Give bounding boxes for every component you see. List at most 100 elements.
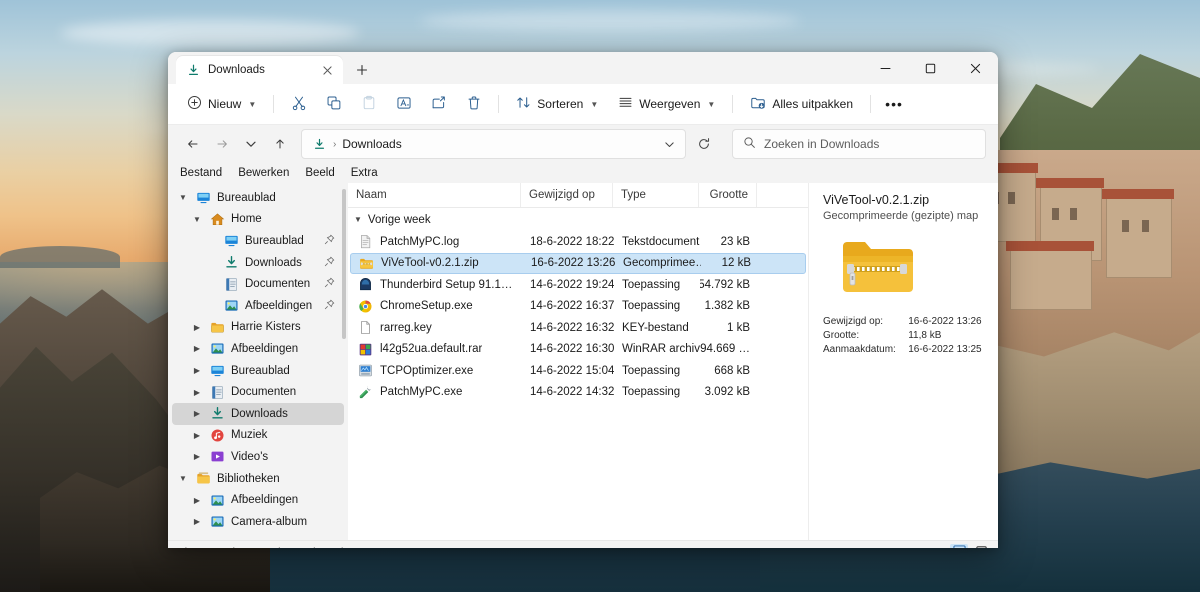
menu-item-bestand[interactable]: Bestand [180,167,222,179]
pin-icon[interactable] [324,256,336,270]
tab-close-icon[interactable] [319,62,336,79]
chevron-right-icon[interactable]: ▶ [190,496,204,505]
chevron-right-icon[interactable]: ▶ [190,452,204,461]
chevron-right-icon[interactable]: ▶ [190,323,204,332]
cut-button[interactable] [282,89,315,119]
chrome-icon [358,299,373,314]
zip-folder-icon [359,256,374,271]
view-button[interactable]: Weergeven ▼ [609,89,724,119]
sidebar-item-harrie-kisters[interactable]: ▶ Harrie Kisters [172,317,344,339]
chevron-down-icon[interactable]: ▼ [176,474,190,483]
details-view-button[interactable] [950,543,968,548]
chevron-right-icon[interactable]: ▶ [190,388,204,397]
sidebar-item-home[interactable]: ▼ Home [172,209,344,231]
file-date-cell: 14-6-2022 16:30 [530,343,614,356]
sidebar-item-label: Documenten [245,278,311,291]
more-options-button[interactable]: ••• [879,89,909,119]
menu-item-bewerken[interactable]: Bewerken [238,167,289,179]
pin-icon[interactable] [324,234,336,248]
table-row[interactable]: l42g52ua.default.rar 14-6-2022 16:30 WinRA… [350,339,806,361]
group-header-vorige-week[interactable]: ▼ Vorige week [348,208,808,231]
chevron-down-icon[interactable]: ▼ [190,215,204,224]
file-type-cell: Gecomprimee… [623,257,701,270]
table-row[interactable]: ViVeTool-v0.2.1.zip 16-6-2022 13:26 Gecomp… [350,252,806,274]
sidebar-item-afbeeldingen[interactable]: ▶ Afbeeldingen [172,489,344,511]
sidebar-item-afbeeldingen[interactable]: Afbeeldingen [172,295,344,317]
sort-button[interactable]: Sorteren ▼ [507,89,607,119]
sidebar-item-muziek[interactable]: ▶ Muziek [172,425,344,447]
extract-all-button[interactable]: Alles uitpakken [741,89,862,119]
scrollbar-thumb[interactable] [342,189,346,339]
column-header-naam[interactable]: Naam [348,183,520,207]
toolbar-divider [273,95,275,113]
navigation-scrollbar[interactable] [342,189,346,509]
sidebar-item-label: Harrie Kisters [231,321,301,334]
table-row[interactable]: PatchMyPC.log 18-6-2022 18:22 Tekstdocumen… [350,231,806,253]
minimize-button[interactable] [863,52,908,84]
chevron-right-icon[interactable]: ▶ [190,366,204,375]
chevron-down-icon[interactable]: ▼ [176,193,190,202]
pictures-icon [210,493,225,508]
column-header-type[interactable]: Type [612,183,698,207]
sidebar-item-afbeeldingen[interactable]: ▶ Afbeeldingen [172,338,344,360]
delete-button[interactable] [457,89,490,119]
file-name-cell: ChromeSetup.exe [350,299,522,314]
new-button[interactable]: Nieuw ▼ [178,89,265,119]
sidebar-item-documenten[interactable]: Documenten [172,273,344,295]
forward-button[interactable] [209,131,235,157]
sidebar-item-bureaublad[interactable]: ▼ Bureaublad [172,187,344,209]
pictures-icon [224,298,239,313]
sidebar-item-downloads[interactable]: Downloads [172,252,344,274]
chevron-right-icon[interactable]: ▶ [190,517,204,526]
pin-icon[interactable] [324,277,336,291]
file-name: ViVeTool-v0.2.1.zip [381,257,479,270]
large-icons-view-button[interactable] [972,544,990,548]
chevron-right-icon[interactable]: ▶ [190,409,204,418]
pin-icon[interactable] [324,299,336,313]
breadcrumb-label[interactable]: Downloads [342,137,401,151]
table-row[interactable]: PatchMyPC.exe 14-6-2022 14:32 Toepassing 3.… [350,382,806,404]
tab-downloads[interactable]: Downloads [176,56,343,84]
sidebar-item-label: Bureaublad [245,234,304,247]
tcpoptimizer-icon [358,363,373,378]
copy-button[interactable] [317,89,350,119]
new-tab-button[interactable] [349,57,375,83]
file-type-cell: KEY-bestand [622,321,689,334]
refresh-button[interactable] [689,131,719,157]
table-row[interactable]: Thunderbird Setup 91.10.0.exe 14-6-2022 1… [350,274,806,296]
back-button[interactable] [180,131,206,157]
table-row[interactable]: rarreg.key 14-6-2022 16:32 KEY-bestand 1 kB [350,317,806,339]
sidebar-item-documenten[interactable]: ▶ Documenten [172,381,344,403]
breadcrumb[interactable]: › Downloads [312,137,402,152]
chevron-right-icon[interactable]: ▶ [190,431,204,440]
address-bar[interactable]: › Downloads [301,129,686,159]
maximize-button[interactable] [908,52,953,84]
table-row[interactable]: TCPOptimizer.exe 14-6-2022 15:04 Toepassin… [350,360,806,382]
file-rows: PatchMyPC.log 18-6-2022 18:22 Tekstdocumen… [348,231,808,403]
table-row[interactable]: ChromeSetup.exe 14-6-2022 16:37 Toepassing… [350,296,806,318]
search-input[interactable]: Zoeken in Downloads [764,137,879,151]
sidebar-item-bureaublad[interactable]: Bureaublad [172,230,344,252]
sidebar-item-camera-album[interactable]: ▶ Camera-album [172,511,344,533]
column-header-gewijzigd[interactable]: Gewijzigd op [520,183,612,207]
sidebar-item-downloads[interactable]: ▶ Downloads [172,402,344,425]
menu-item-extra[interactable]: Extra [351,167,378,179]
sidebar-item-bibliotheken[interactable]: ▼ Bibliotheken [172,468,344,490]
chevron-right-icon[interactable]: ▶ [190,344,204,353]
rename-button[interactable] [387,89,420,119]
search-box[interactable]: Zoeken in Downloads [732,129,986,159]
share-button[interactable] [422,89,455,119]
file-name-cell: PatchMyPC.exe [350,385,522,400]
up-button[interactable] [267,131,293,157]
close-button[interactable] [953,52,998,84]
sidebar-item-bureaublad[interactable]: ▶ Bureaublad [172,360,344,382]
file-size-cell: 668 kB [714,364,750,377]
sidebar-item-video-s[interactable]: ▶ Video's [172,446,344,468]
column-header-grootte[interactable]: Grootte [698,183,756,207]
libraries-icon [196,471,211,486]
file-date-cell: 14-6-2022 19:24 [530,278,614,291]
recent-locations-button[interactable] [238,131,264,157]
file-date-cell: 14-6-2022 15:04 [530,364,614,377]
menu-item-beeld[interactable]: Beeld [305,167,334,179]
address-history-button[interactable] [657,131,681,157]
